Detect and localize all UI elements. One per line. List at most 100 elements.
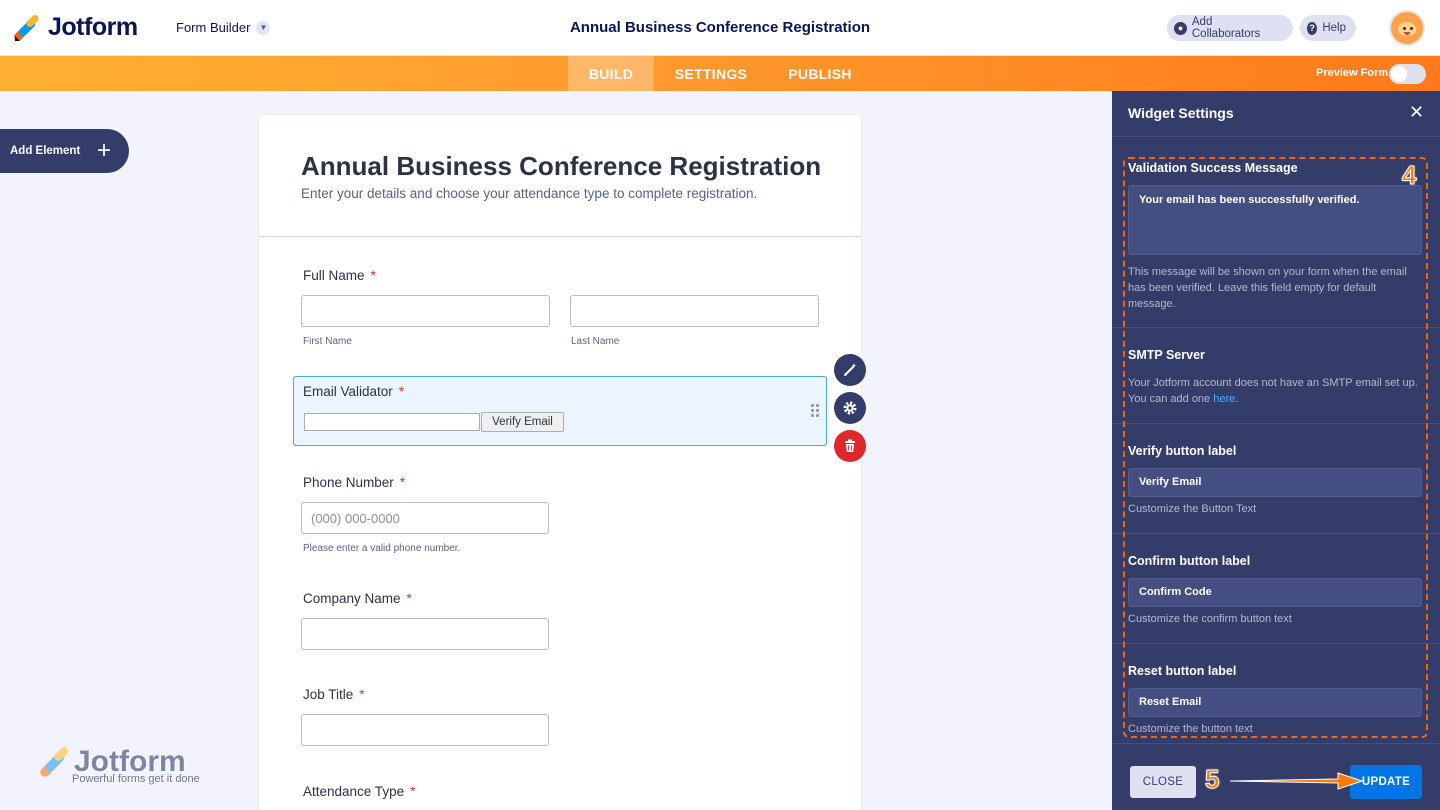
- verify-label-section: Verify button label Verify Email Customi…: [1112, 424, 1440, 534]
- settings-scroll-area[interactable]: Validation Success Message Your email ha…: [1112, 137, 1440, 743]
- reset-label-section: Reset button label Reset Email Customize…: [1112, 644, 1440, 743]
- email-validator-label-text: Email Validator: [303, 384, 393, 399]
- success-message-section: Validation Success Message Your email ha…: [1112, 137, 1440, 328]
- job-title-input[interactable]: [301, 714, 549, 746]
- phone-label-text: Phone Number: [303, 475, 394, 490]
- close-icon[interactable]: ✕: [1409, 102, 1424, 123]
- full-name-label-text: Full Name: [303, 268, 365, 283]
- top-bar: Jotform Form Builder ▼ Annual Business C…: [0, 0, 1440, 56]
- avatar[interactable]: [1389, 10, 1425, 46]
- email-validator-label: Email Validator *: [303, 384, 404, 399]
- success-message-title: Validation Success Message: [1128, 161, 1298, 175]
- avatar-eye-icon: [1410, 27, 1413, 30]
- verify-label-input[interactable]: Verify Email: [1128, 468, 1422, 497]
- arrow-right-icon: [1229, 772, 1364, 790]
- smtp-section: SMTP Server Your Jotform account does no…: [1112, 328, 1440, 424]
- close-button[interactable]: CLOSE: [1130, 766, 1196, 798]
- avatar-eye-icon: [1403, 27, 1406, 30]
- required-marker: *: [359, 687, 365, 702]
- magic-wand-icon: [844, 363, 857, 376]
- job-title-label: Job Title *: [303, 687, 365, 702]
- trash-icon: [845, 439, 855, 452]
- add-element-button[interactable]: Add Element +: [0, 129, 129, 173]
- jotform-watermark-logo-icon: [40, 747, 69, 777]
- smtp-desc-end: .: [1235, 393, 1239, 405]
- attendance-label-text: Attendance Type: [303, 784, 405, 799]
- builder-nav: BUILD SETTINGS PUBLISH Preview Form: [0, 56, 1440, 91]
- last-name-sublabel: Last Name: [571, 336, 620, 347]
- company-input[interactable]: [301, 618, 549, 650]
- success-message-desc: This message will be shown on your form …: [1128, 266, 1407, 310]
- company-label-text: Company Name: [303, 591, 401, 606]
- form-header[interactable]: Annual Business Conference Registration …: [259, 115, 861, 237]
- panel-header: Widget Settings ✕: [1112, 91, 1440, 137]
- verify-label-title: Verify button label: [1128, 444, 1237, 458]
- step-4-badge: 4: [1401, 160, 1417, 191]
- preview-form-toggle[interactable]: [1389, 64, 1426, 84]
- add-collaborators-label: Add Collaborators: [1191, 16, 1261, 40]
- widget-settings-panel: Widget Settings ✕ Validation Success Mes…: [1112, 91, 1440, 810]
- add-element-label: Add Element: [10, 145, 81, 157]
- company-label: Company Name *: [303, 591, 412, 606]
- confirm-label-section: Confirm button label Confirm Code Custom…: [1112, 534, 1440, 644]
- reset-label-title: Reset button label: [1128, 664, 1237, 678]
- tab-build[interactable]: BUILD: [568, 56, 654, 91]
- confirm-label-input[interactable]: Confirm Code: [1128, 578, 1422, 607]
- required-marker: *: [406, 591, 412, 606]
- help-button[interactable]: ? Help: [1300, 15, 1356, 41]
- form-heading: Annual Business Conference Registration: [301, 151, 822, 181]
- smtp-desc-text: Your Jotform account does not have an SM…: [1128, 377, 1418, 405]
- job-title-label-text: Job Title: [303, 687, 354, 702]
- user-icon: ●: [1174, 21, 1187, 35]
- gear-icon: [843, 401, 857, 415]
- jotform-logo[interactable]: Jotform: [14, 13, 138, 42]
- tab-settings[interactable]: SETTINGS: [664, 56, 758, 91]
- success-message-textarea[interactable]: Your email has been successfully verifie…: [1128, 185, 1422, 255]
- full-name-label: Full Name *: [303, 268, 376, 283]
- builder-mode-dropdown[interactable]: Form Builder ▼: [176, 20, 271, 35]
- verify-label-desc: Customize the Button Text: [1128, 503, 1257, 515]
- confirm-label-title: Confirm button label: [1128, 554, 1251, 568]
- plus-icon: +: [97, 137, 112, 164]
- jotform-logo-icon: [14, 14, 39, 41]
- email-validator-field[interactable]: Email Validator * Verify Email: [293, 376, 827, 446]
- preview-form-label: Preview Form: [1316, 67, 1389, 79]
- phone-input[interactable]: (000) 000-0000: [301, 502, 549, 534]
- drag-handle-icon[interactable]: [811, 404, 821, 418]
- reset-label-input[interactable]: Reset Email: [1128, 688, 1422, 717]
- reset-label-desc: Customize the button text: [1128, 723, 1253, 735]
- toggle-knob: [1391, 66, 1407, 82]
- logo-text: Jotform: [48, 13, 138, 41]
- phone-hint: Please enter a valid phone number.: [303, 543, 461, 554]
- smtp-desc: Your Jotform account does not have an SM…: [1128, 375, 1424, 407]
- step-5-badge: 5: [1204, 764, 1220, 795]
- add-collaborators-button[interactable]: ● Add Collaborators: [1167, 15, 1293, 41]
- help-label: Help: [1322, 22, 1346, 34]
- required-marker: *: [410, 784, 416, 799]
- help-icon: ?: [1307, 21, 1318, 35]
- form-canvas: Annual Business Conference Registration …: [259, 115, 861, 810]
- required-marker: *: [399, 475, 406, 490]
- form-subheading: Enter your details and choose your atten…: [301, 186, 758, 201]
- required-marker: *: [398, 384, 405, 399]
- magic-wand-button[interactable]: [834, 354, 866, 386]
- builder-mode-label: Form Builder: [176, 20, 251, 35]
- email-input[interactable]: [304, 413, 480, 431]
- last-name-input[interactable]: [570, 295, 819, 327]
- phone-placeholder: (000) 000-0000: [311, 510, 400, 526]
- delete-field-button[interactable]: [834, 430, 866, 462]
- field-settings-button[interactable]: [834, 392, 866, 424]
- tab-publish[interactable]: PUBLISH: [778, 56, 862, 91]
- first-name-sublabel: First Name: [303, 336, 352, 347]
- chevron-down-icon: ▼: [256, 20, 271, 35]
- smtp-here-link[interactable]: here: [1213, 393, 1235, 405]
- attendance-label: Attendance Type *: [303, 784, 415, 799]
- confirm-label-desc: Customize the confirm button text: [1128, 613, 1292, 625]
- smtp-title: SMTP Server: [1128, 348, 1205, 362]
- panel-title: Widget Settings: [1128, 105, 1234, 121]
- required-marker: *: [370, 268, 376, 283]
- verify-email-button[interactable]: Verify Email: [481, 412, 564, 432]
- watermark-tagline: Powerful forms get it done: [72, 773, 200, 785]
- phone-label: Phone Number *: [303, 475, 405, 490]
- first-name-input[interactable]: [301, 295, 550, 327]
